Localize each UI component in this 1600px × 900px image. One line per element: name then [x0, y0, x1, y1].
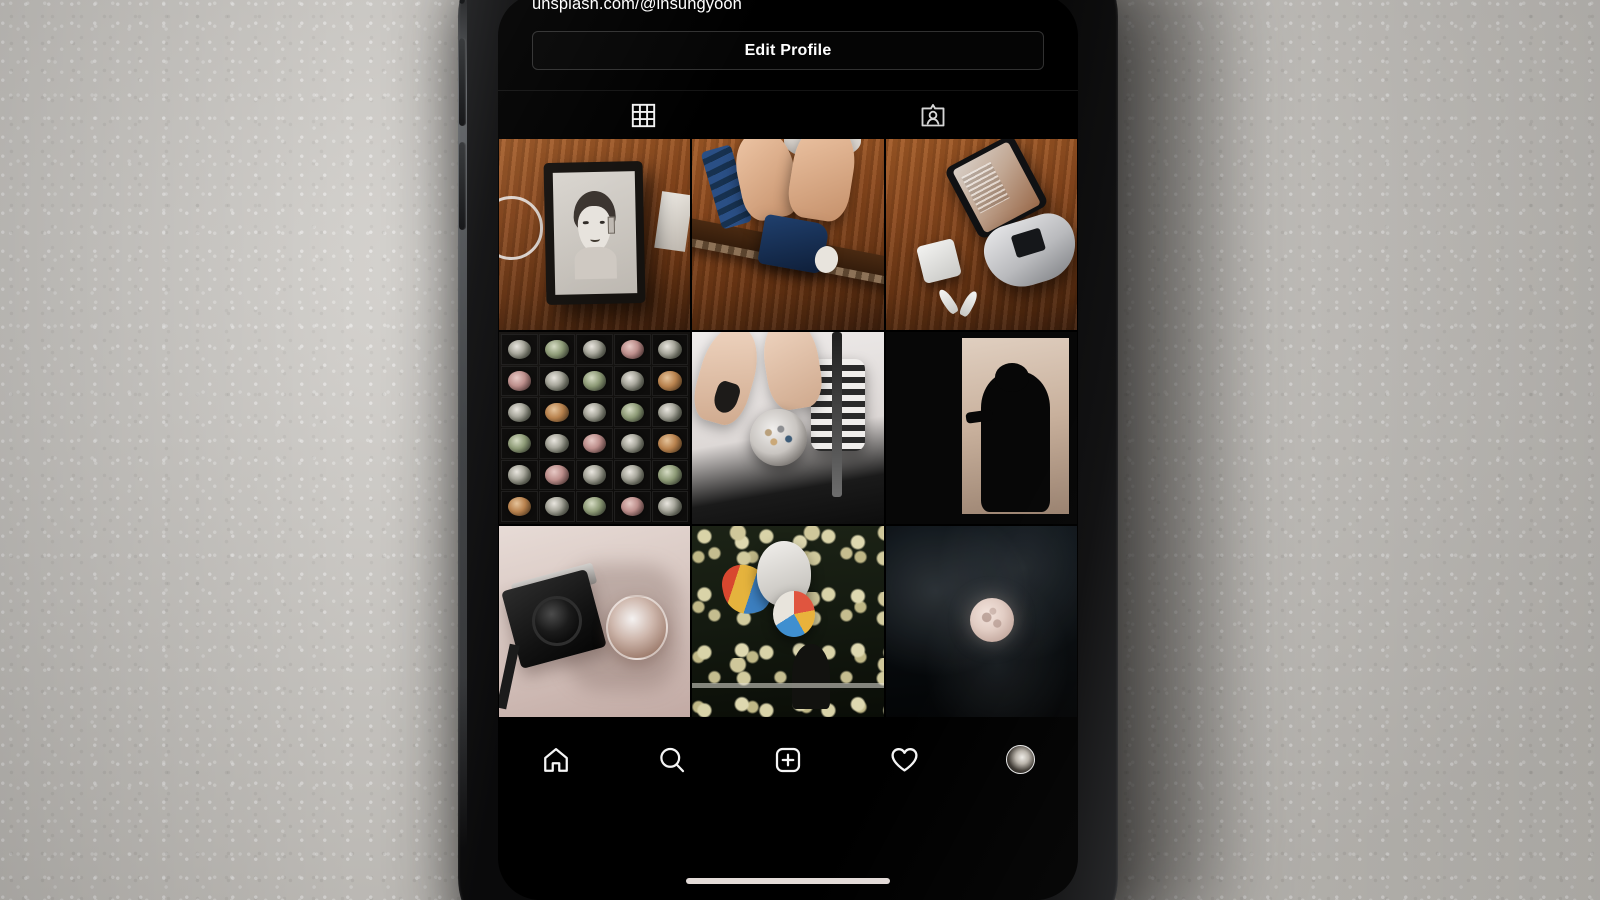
profile-bio: Live in the moment, every moment - unspl…: [498, 0, 1078, 17]
phone-screen: Live in the moment, every moment - unspl…: [498, 0, 1078, 900]
post-thumbnail: [885, 139, 1077, 331]
nav-home[interactable]: [498, 745, 614, 775]
profile-website-link[interactable]: unsplash.com/@insungyoon: [532, 0, 1044, 17]
post-thumbnail: [885, 525, 1077, 717]
post-thumbnail: [885, 332, 1077, 524]
grid-post[interactable]: [692, 332, 884, 524]
phone-left-rail: [458, 0, 467, 848]
grid-post[interactable]: [499, 525, 691, 717]
profile-avatar-icon: [1005, 745, 1035, 775]
profile-tabs: [498, 90, 1078, 139]
grid-post[interactable]: [499, 332, 691, 524]
add-post-icon: [773, 745, 803, 775]
grid-post[interactable]: [885, 332, 1077, 524]
grid-icon: [630, 102, 657, 129]
post-thumbnail: [499, 525, 691, 717]
grid-post[interactable]: [885, 139, 1077, 331]
grid-post[interactable]: [499, 139, 691, 331]
search-icon: [657, 745, 687, 775]
photo-scene: Live in the moment, every moment - unspl…: [0, 0, 1600, 900]
home-icon: [541, 745, 571, 775]
post-thumbnail: [499, 139, 691, 331]
heart-icon: [889, 744, 920, 775]
grid-post[interactable]: [692, 525, 884, 717]
tagged-person-icon: [919, 101, 947, 129]
app-viewport: Live in the moment, every moment - unspl…: [498, 0, 1078, 848]
tab-grid[interactable]: [498, 91, 788, 139]
smartphone-device: Live in the moment, every moment - unspl…: [458, 0, 1118, 900]
post-thumbnail: [692, 332, 884, 524]
nav-search[interactable]: [614, 745, 730, 775]
phone-volume-up-button[interactable]: [459, 38, 466, 126]
nav-activity[interactable]: [846, 744, 962, 775]
home-indicator[interactable]: [686, 878, 890, 884]
post-thumbnail: [499, 332, 691, 524]
phone-volume-down-button[interactable]: [459, 142, 466, 230]
bottom-navigation-bar: [498, 729, 1078, 791]
grid-post[interactable]: [885, 525, 1077, 717]
grid-post[interactable]: [692, 139, 884, 331]
post-thumbnail: [692, 139, 884, 331]
edit-profile-row: Edit Profile: [498, 17, 1078, 70]
nav-add-post[interactable]: [730, 745, 846, 775]
tab-tagged[interactable]: [788, 91, 1078, 139]
photo-grid: [498, 139, 1078, 717]
post-thumbnail: [692, 525, 884, 717]
edit-profile-button[interactable]: Edit Profile: [532, 31, 1044, 70]
nav-profile[interactable]: [962, 745, 1078, 775]
